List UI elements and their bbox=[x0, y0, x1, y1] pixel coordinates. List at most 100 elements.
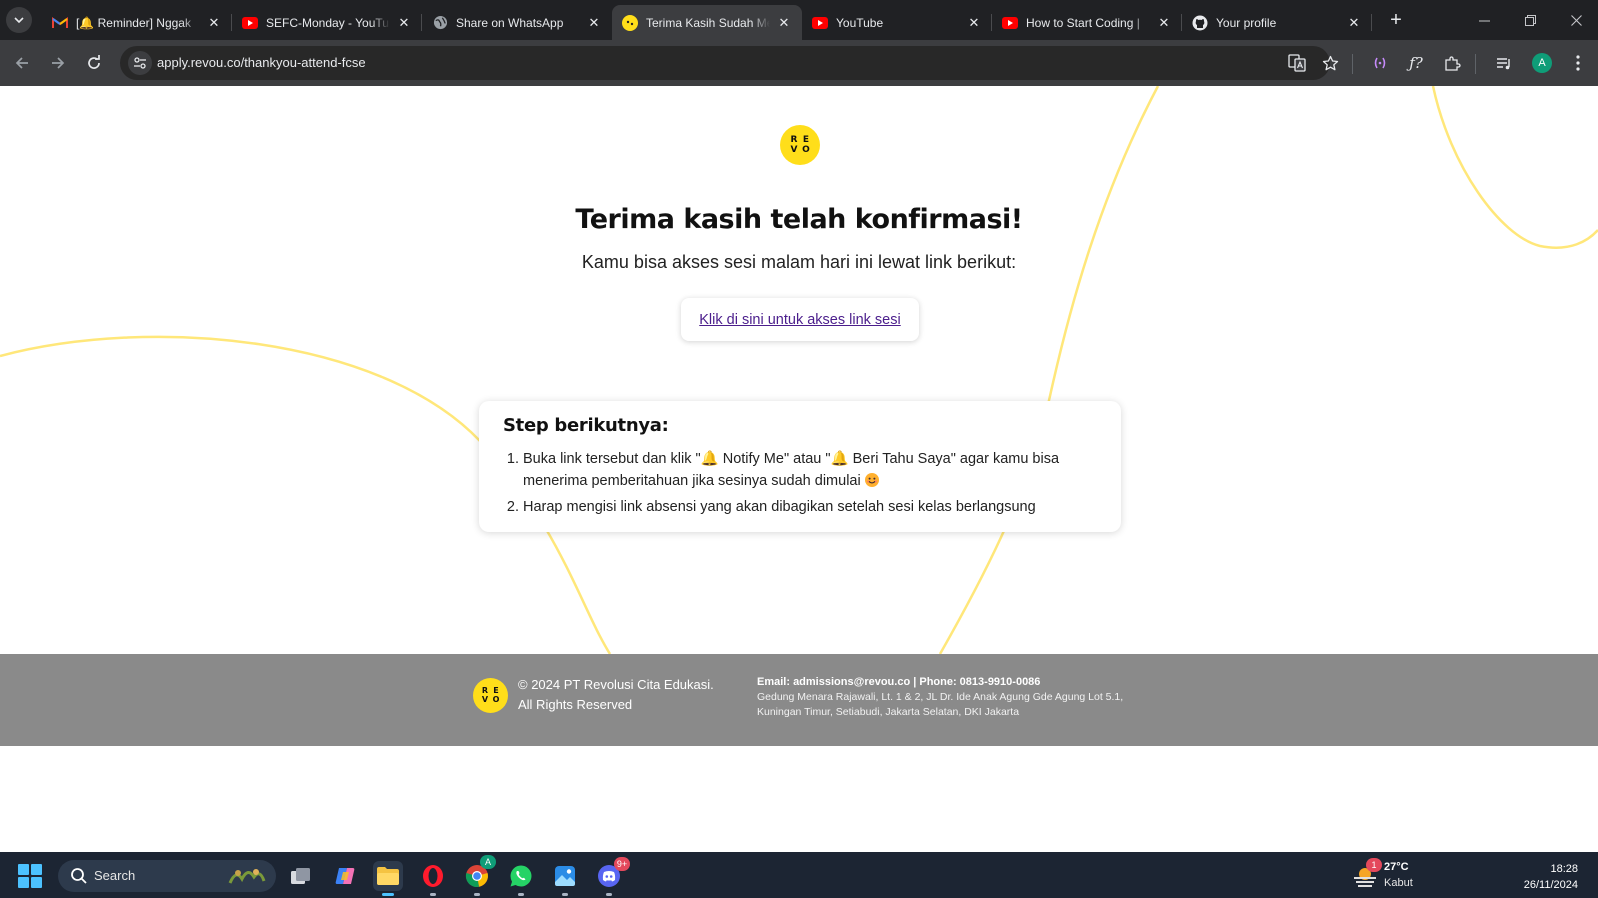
minimize-icon bbox=[1478, 20, 1490, 21]
page-title: Terima kasih telah konfirmasi! bbox=[575, 204, 1023, 235]
bookmark-button[interactable] bbox=[1318, 51, 1342, 75]
footer-contact: Email: admissions@revou.co | Phone: 0813… bbox=[757, 675, 1123, 720]
start-button[interactable] bbox=[18, 864, 42, 888]
taskbar-copilot[interactable] bbox=[330, 861, 360, 891]
reload-button[interactable] bbox=[81, 50, 107, 76]
media-controls-button[interactable] bbox=[1492, 51, 1516, 75]
contact-info: Email: admissions@revou.co | Phone: 0813… bbox=[757, 676, 1041, 688]
folder-icon bbox=[377, 867, 399, 885]
globe-icon bbox=[432, 15, 448, 31]
tab-search-button[interactable] bbox=[6, 7, 32, 33]
step-item: Harap mengisi link absensi yang akan dib… bbox=[523, 496, 1097, 518]
running-indicator bbox=[518, 893, 524, 896]
logo-letter: R bbox=[790, 134, 798, 145]
tab-title: SEFC-Monday - YouTu bbox=[266, 15, 389, 30]
tune-icon bbox=[134, 57, 146, 69]
close-icon[interactable]: ✕ bbox=[776, 15, 792, 31]
browser-menu-button[interactable] bbox=[1566, 51, 1590, 75]
tab-share-whatsapp[interactable]: Share on WhatsApp ✕ bbox=[422, 5, 612, 40]
temperature: 27°C bbox=[1384, 861, 1409, 873]
extensions-button[interactable] bbox=[1440, 51, 1464, 75]
session-link-card: Klik di sini untuk akses link sesi bbox=[681, 298, 919, 341]
taskbar-file-explorer[interactable] bbox=[373, 861, 403, 896]
session-link[interactable]: Klik di sini untuk akses link sesi bbox=[699, 312, 900, 328]
close-icon[interactable]: ✕ bbox=[1156, 15, 1172, 31]
back-button[interactable] bbox=[9, 50, 35, 76]
taskbar-chrome[interactable]: A bbox=[462, 855, 496, 896]
step-text: Buka link tersebut dan klik " bbox=[523, 451, 701, 467]
chevron-down-icon bbox=[14, 17, 24, 24]
reload-icon bbox=[88, 55, 100, 69]
copilot-icon bbox=[335, 868, 355, 884]
tab-sefc-monday[interactable]: SEFC-Monday - YouTu ✕ bbox=[232, 5, 422, 40]
running-indicator bbox=[606, 893, 612, 896]
search-highlight-art-icon bbox=[228, 869, 266, 884]
tab-terima-kasih[interactable]: Terima Kasih Sudah Me ✕ bbox=[612, 5, 802, 40]
system-clock[interactable]: 18:28 26/11/2024 bbox=[1524, 861, 1578, 893]
browser-tab-bar: [🔔 Reminder] Nggak ✕ SEFC-Monday - YouTu… bbox=[0, 0, 1598, 40]
formula-extension-button[interactable]: ƒ? bbox=[1404, 51, 1428, 75]
tab-title: Terima Kasih Sudah Me bbox=[646, 15, 770, 30]
close-window-button[interactable] bbox=[1553, 0, 1598, 40]
close-icon[interactable]: ✕ bbox=[396, 15, 412, 31]
minimize-button[interactable] bbox=[1461, 0, 1507, 40]
close-icon[interactable]: ✕ bbox=[966, 15, 982, 31]
copyright-text: © 2024 PT Revolusi Cita Edukasi. bbox=[518, 677, 714, 692]
arrow-right-icon bbox=[52, 57, 65, 69]
footer-revou-logo: R E V O bbox=[473, 678, 508, 713]
restore-button[interactable] bbox=[1507, 0, 1553, 40]
kebab-menu-icon bbox=[1576, 55, 1580, 71]
clock-time: 18:28 bbox=[1550, 863, 1578, 875]
close-icon[interactable]: ✕ bbox=[586, 15, 602, 31]
gmail-icon bbox=[52, 15, 68, 31]
logo-letter: V bbox=[481, 695, 489, 704]
step-text: Beri Tahu Saya bbox=[852, 451, 951, 467]
page-subtitle: Kamu bisa akses sesi malam hari ini lewa… bbox=[581, 252, 1017, 272]
puzzle-icon bbox=[1444, 55, 1461, 71]
photos-icon bbox=[555, 866, 575, 886]
taskbar-photos[interactable] bbox=[550, 861, 580, 896]
search-label: Search bbox=[94, 868, 136, 883]
toolbar-divider bbox=[1475, 54, 1476, 74]
playlist-icon bbox=[1496, 57, 1510, 69]
active-indicator bbox=[382, 893, 394, 896]
taskbar-search[interactable]: Search bbox=[58, 860, 276, 892]
logo-letter: O bbox=[492, 695, 500, 704]
running-indicator bbox=[474, 893, 480, 896]
smiling-face-icon bbox=[864, 472, 879, 487]
rights-text: All Rights Reserved bbox=[518, 697, 633, 712]
taskbar-opera[interactable] bbox=[418, 861, 448, 896]
tab-your-profile[interactable]: Your profile ✕ bbox=[1182, 5, 1372, 40]
windows-logo-icon bbox=[18, 864, 29, 875]
youtube-icon bbox=[242, 15, 258, 31]
new-tab-button[interactable]: + bbox=[1384, 9, 1408, 33]
weather-alert-badge: 1 bbox=[1366, 858, 1382, 872]
tab-gmail-reminder[interactable]: [🔔 Reminder] Nggak ✕ bbox=[42, 5, 232, 40]
windows-logo-icon bbox=[31, 864, 42, 875]
taskbar-whatsapp[interactable] bbox=[506, 861, 536, 896]
tab-title: How to Start Coding | bbox=[1026, 15, 1140, 30]
close-icon[interactable]: ✕ bbox=[1346, 15, 1362, 31]
profile-avatar[interactable]: A bbox=[1532, 53, 1552, 73]
bell-emoji-icon: 🔔 bbox=[700, 451, 719, 467]
windows-taskbar: Search A 9+ 1 27°C Kabut 18:28 26/11/202… bbox=[0, 852, 1598, 898]
github-icon bbox=[1192, 15, 1208, 31]
weather-widget[interactable]: 1 27°C Kabut bbox=[1352, 858, 1452, 892]
site-info-button[interactable] bbox=[128, 51, 152, 75]
tab-how-to-start-coding[interactable]: How to Start Coding | ✕ bbox=[992, 5, 1182, 40]
decorative-yellow-curves bbox=[0, 86, 1598, 654]
step-item: Buka link tersebut dan klik "🔔 Notify Me… bbox=[523, 448, 1097, 492]
translate-button[interactable] bbox=[1285, 51, 1309, 75]
taskbar-task-view[interactable] bbox=[286, 861, 316, 891]
forward-button[interactable] bbox=[45, 50, 71, 76]
next-steps-card: Step berikutnya: Buka link tersebut dan … bbox=[479, 401, 1121, 532]
step-text: Notify Me bbox=[722, 451, 784, 467]
youtube-icon bbox=[1002, 15, 1018, 31]
clock-date: 26/11/2024 bbox=[1523, 879, 1578, 891]
tab-youtube[interactable]: YouTube ✕ bbox=[802, 5, 992, 40]
close-icon[interactable]: ✕ bbox=[206, 15, 222, 31]
task-view-icon bbox=[291, 868, 310, 884]
taskbar-discord[interactable]: 9+ bbox=[594, 857, 630, 896]
address-bar[interactable]: apply.revou.co/thankyou-attend-fcse bbox=[120, 46, 1330, 80]
extension-button[interactable] bbox=[1368, 51, 1392, 75]
